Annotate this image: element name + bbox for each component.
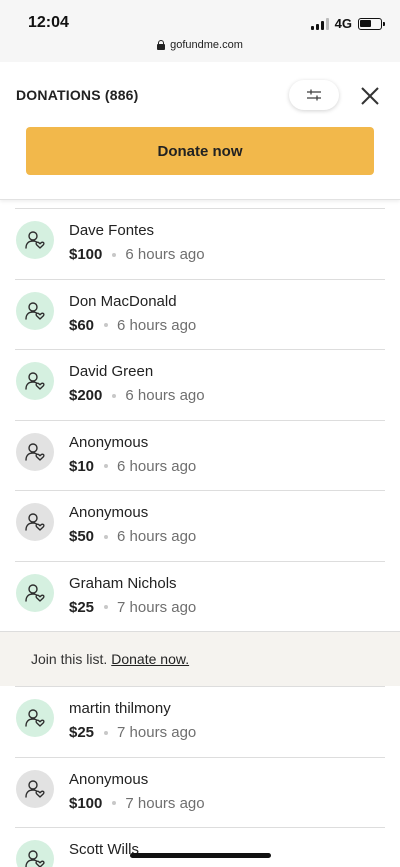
donor-name: Graham Nichols (69, 574, 177, 592)
donations-header: DONATIONS (886) Donate now (0, 62, 400, 200)
list-item: Graham Nichols $25 7 hours ago (15, 560, 385, 632)
donation-time: 6 hours ago (117, 457, 197, 475)
donation-amount: $60 (69, 316, 95, 334)
donation-meta: $10 6 hours ago (69, 458, 196, 475)
donor-avatar-icon (16, 291, 54, 330)
donor-avatar-icon (16, 432, 54, 471)
status-bar: 12:04 4G gofundme.com (0, 0, 400, 62)
list-item: Anonymous $50 6 hours ago (15, 490, 385, 561)
donor-avatar-icon (16, 769, 54, 808)
donation-time: 7 hours ago (117, 598, 197, 616)
separator-dot (112, 801, 117, 805)
donor-name: Don MacDonald (69, 292, 177, 310)
filter-button[interactable] (289, 80, 339, 110)
donor-name: Anonymous (69, 770, 149, 788)
lock-icon (157, 40, 166, 50)
donor-avatar-icon (16, 840, 54, 867)
donate-now-button[interactable]: Donate now (26, 127, 374, 175)
donor-avatar-icon (16, 221, 54, 259)
url-text: gofundme.com (170, 39, 243, 51)
page-title: DONATIONS (886) (16, 87, 139, 103)
join-text: Join this list. (31, 651, 108, 667)
donor-name: Scott Wills (69, 841, 140, 858)
donation-amount: $100 (69, 246, 103, 263)
donor-name: David Green (69, 363, 154, 380)
join-list-banner: Join this list. Donate now. (0, 631, 400, 686)
list-item: Scott Wills (15, 827, 385, 867)
donation-meta: $25 7 hours ago (69, 724, 196, 741)
donation-amount: $25 (69, 598, 95, 616)
separator-dot (104, 323, 109, 327)
donation-time: 7 hours ago (125, 794, 205, 812)
status-indicators: 4G (310, 16, 385, 31)
donation-amount: $200 (69, 387, 103, 404)
donation-meta: $200 6 hours ago (69, 387, 205, 404)
donation-time: 6 hours ago (117, 528, 197, 545)
separator-dot (104, 730, 109, 735)
donation-meta: $100 7 hours ago (69, 795, 205, 812)
donation-time: 6 hours ago (125, 246, 205, 263)
close-button[interactable] (358, 84, 382, 108)
donor-name: Anonymous (69, 433, 149, 451)
join-donate-link[interactable]: Donate now. (111, 651, 189, 667)
network-label: 4G (334, 16, 352, 31)
donation-amount: $25 (69, 724, 95, 741)
donor-avatar-icon (16, 573, 54, 612)
donor-avatar-icon (16, 503, 54, 541)
battery-icon (358, 17, 385, 30)
separator-dot (104, 534, 109, 539)
close-icon (361, 87, 379, 105)
donation-time: 7 hours ago (117, 724, 197, 741)
donation-amount: $100 (69, 794, 103, 812)
donation-time: 6 hours ago (117, 316, 197, 334)
donor-avatar-icon (16, 362, 54, 400)
donation-meta: $25 7 hours ago (69, 599, 196, 616)
list-item: Anonymous $10 6 hours ago (15, 419, 385, 491)
separator-dot (104, 605, 109, 609)
separator-dot (112, 252, 117, 257)
address-bar[interactable]: gofundme.com (0, 39, 400, 51)
status-time: 12:04 (28, 14, 69, 31)
donor-name: martin thilmony (69, 700, 171, 717)
donor-name: Dave Fontes (69, 222, 155, 239)
list-item: David Green $200 6 hours ago (15, 349, 385, 420)
list-item: Don MacDonald $60 6 hours ago (15, 278, 385, 350)
donation-meta: $50 6 hours ago (69, 528, 196, 545)
list-item: martin thilmony $25 7 hours ago (15, 686, 385, 757)
donation-meta: $100 6 hours ago (69, 246, 205, 263)
donations-list[interactable]: Dave Fontes $100 6 hours ago Don MacDonald $… (0, 200, 400, 867)
list-item: Anonymous $100 7 hours ago (15, 756, 385, 828)
separator-dot (112, 393, 117, 398)
donation-time: 6 hours ago (125, 387, 205, 404)
list-item: Dave Fontes $100 6 hours ago (15, 208, 385, 279)
sliders-icon (307, 89, 321, 101)
donor-avatar-icon (16, 699, 54, 737)
donation-meta: $60 6 hours ago (69, 317, 196, 334)
home-indicator (130, 853, 271, 858)
separator-dot (104, 464, 109, 468)
donor-name: Anonymous (69, 504, 149, 521)
donation-amount: $10 (69, 457, 95, 475)
donation-amount: $50 (69, 528, 95, 545)
signal-icon (310, 17, 329, 30)
